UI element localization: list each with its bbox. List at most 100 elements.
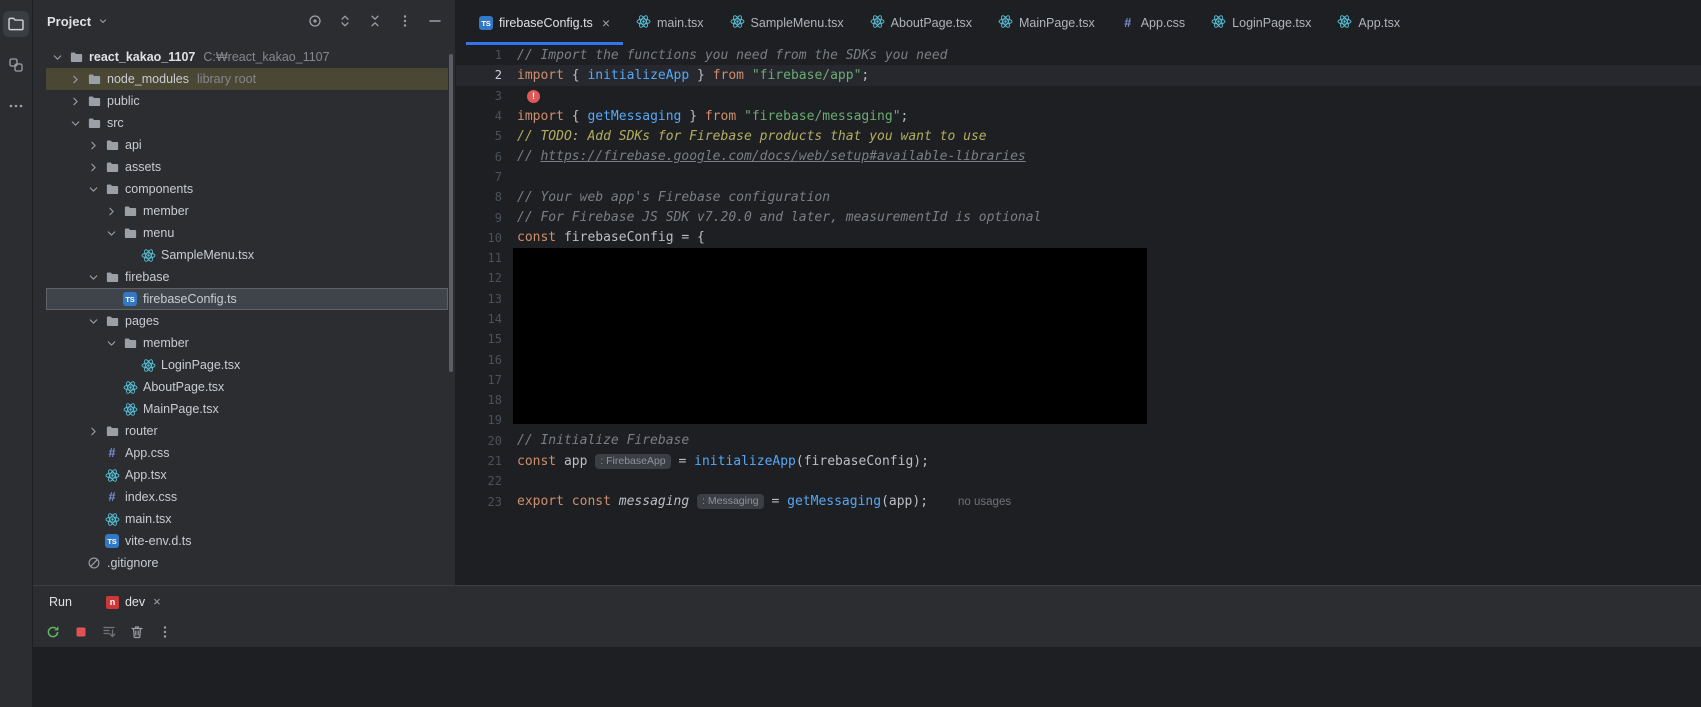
- line-number[interactable]: 18: [456, 393, 502, 407]
- tool-window-button-structure[interactable]: [3, 52, 29, 78]
- chevron-icon[interactable]: [85, 161, 102, 174]
- line-number[interactable]: 12: [456, 271, 502, 285]
- tree-item-router[interactable]: router: [46, 420, 448, 442]
- line-number[interactable]: 4: [456, 109, 502, 123]
- tree-item-vite-env-d-ts[interactable]: TS vite-env.d.ts: [46, 530, 448, 552]
- line-number[interactable]: 5: [456, 129, 502, 143]
- code-line[interactable]: 21 const app : FirebaseApp = initializeAp…: [456, 451, 1701, 471]
- tree-item-components[interactable]: components: [46, 178, 448, 200]
- editor-tab-loginpage-tsx[interactable]: LoginPage.tsx: [1198, 0, 1324, 45]
- tree-item-react-kakao-1107[interactable]: react_kakao_1107 C:₩react_kakao_1107: [46, 46, 448, 68]
- chevron-icon[interactable]: [67, 117, 84, 130]
- chevron-icon[interactable]: [85, 139, 102, 152]
- code-line[interactable]: 3!: [456, 86, 1701, 106]
- line-number[interactable]: 11: [456, 251, 502, 265]
- line-number[interactable]: 23: [456, 495, 502, 509]
- code-line[interactable]: 2 import { initializeApp } from "firebase…: [456, 65, 1701, 86]
- tree-item-gitignore[interactable]: .gitignore: [46, 552, 448, 574]
- chevron-icon[interactable]: [85, 425, 102, 438]
- line-number[interactable]: 7: [456, 170, 502, 184]
- tree-item-pages[interactable]: pages: [46, 310, 448, 332]
- tree-item-samplemenu-tsx[interactable]: SampleMenu.tsx: [46, 244, 448, 266]
- code-line[interactable]: 8 // Your web app's Firebase configuratio…: [456, 187, 1701, 207]
- locate-opened-file-icon[interactable]: [305, 11, 325, 31]
- chevron-icon[interactable]: [103, 337, 120, 350]
- line-number[interactable]: 16: [456, 353, 502, 367]
- project-scrollbar[interactable]: [449, 54, 453, 372]
- code-line[interactable]: 23 export const messaging : Messaging = g…: [456, 492, 1701, 512]
- tree-item-loginpage-tsx[interactable]: LoginPage.tsx: [46, 354, 448, 376]
- chevron-icon[interactable]: [85, 183, 102, 196]
- code-line[interactable]: 22: [456, 471, 1701, 491]
- code-line[interactable]: 6// https://firebase.google.com/docs/web…: [456, 146, 1701, 166]
- chevron-icon[interactable]: [103, 227, 120, 240]
- tree-item-member[interactable]: member: [46, 200, 448, 222]
- line-number[interactable]: 15: [456, 332, 502, 346]
- tool-window-button-more-tool-windows[interactable]: [3, 93, 29, 119]
- tree-item-app-css[interactable]: # App.css: [46, 442, 448, 464]
- expand-all-icon[interactable]: [335, 11, 355, 31]
- code-line[interactable]: 10 const firebaseConfig = {: [456, 228, 1701, 248]
- tree-item-src[interactable]: src: [46, 112, 448, 134]
- chevron-icon[interactable]: [85, 315, 102, 328]
- line-number[interactable]: 20: [456, 434, 502, 448]
- tree-item-main-tsx[interactable]: main.tsx: [46, 508, 448, 530]
- line-number[interactable]: 14: [456, 312, 502, 326]
- tree-item-aboutpage-tsx[interactable]: AboutPage.tsx: [46, 376, 448, 398]
- tree-item-member[interactable]: member: [46, 332, 448, 354]
- line-number[interactable]: 19: [456, 413, 502, 427]
- code-line[interactable]: 9 // For Firebase JS SDK v7.20.0 and late…: [456, 207, 1701, 227]
- chevron-icon[interactable]: [67, 73, 84, 86]
- line-number[interactable]: 10: [456, 231, 502, 245]
- tree-item-menu[interactable]: menu: [46, 222, 448, 244]
- line-number[interactable]: 6: [456, 150, 502, 164]
- tree-item-node-modules[interactable]: node_modules library root: [46, 68, 448, 90]
- chevron-icon[interactable]: [103, 205, 120, 218]
- chevron-icon[interactable]: [85, 271, 102, 284]
- scroll-to-end-button[interactable]: [97, 620, 121, 644]
- stop-button[interactable]: [69, 620, 93, 644]
- line-number[interactable]: 17: [456, 373, 502, 387]
- chevron-icon[interactable]: [49, 51, 66, 64]
- tree-item-mainpage-tsx[interactable]: MainPage.tsx: [46, 398, 448, 420]
- line-number[interactable]: 2: [456, 68, 502, 82]
- code-line[interactable]: 4 import { getMessaging } from "firebase/…: [456, 106, 1701, 126]
- clear-all-button[interactable]: [125, 620, 149, 644]
- error-icon[interactable]: !: [527, 89, 540, 103]
- close-tab-icon[interactable]: ×: [602, 16, 610, 30]
- line-number[interactable]: 1: [456, 48, 502, 62]
- run-console[interactable]: [33, 647, 1701, 707]
- close-icon[interactable]: ×: [153, 595, 161, 608]
- run-tab-dev[interactable]: n dev ×: [105, 594, 161, 609]
- rerun-button[interactable]: [41, 620, 65, 644]
- line-number[interactable]: 9: [456, 211, 502, 225]
- line-number[interactable]: 21: [456, 454, 502, 468]
- code-line[interactable]: 1 // Import the functions you need from t…: [456, 45, 1701, 65]
- line-number[interactable]: 8: [456, 190, 502, 204]
- tree-item-app-tsx[interactable]: App.tsx: [46, 464, 448, 486]
- code-line[interactable]: 20 // Initialize Firebase: [456, 431, 1701, 451]
- tree-item-api[interactable]: api: [46, 134, 448, 156]
- chevron-down-icon[interactable]: [97, 15, 109, 27]
- chevron-icon[interactable]: [67, 95, 84, 108]
- collapse-all-icon[interactable]: [365, 11, 385, 31]
- line-number[interactable]: 3: [456, 89, 502, 103]
- editor-tab-mainpage-tsx[interactable]: MainPage.tsx: [985, 0, 1108, 45]
- code-line[interactable]: 7: [456, 167, 1701, 187]
- line-number[interactable]: 13: [456, 292, 502, 306]
- options-icon[interactable]: [395, 11, 415, 31]
- tree-item-public[interactable]: public: [46, 90, 448, 112]
- code-line[interactable]: 5 // TODO: Add SDKs for Firebase products…: [456, 126, 1701, 146]
- usages-hint[interactable]: no usages: [958, 496, 1011, 508]
- editor-tab-firebaseconfig-ts[interactable]: TS firebaseConfig.ts ×: [466, 0, 623, 45]
- line-number[interactable]: 22: [456, 474, 502, 488]
- more-button[interactable]: [153, 620, 177, 644]
- tree-item-assets[interactable]: assets: [46, 156, 448, 178]
- tree-item-firebase[interactable]: firebase: [46, 266, 448, 288]
- hide-icon[interactable]: [425, 11, 445, 31]
- editor-tab-samplemenu-tsx[interactable]: SampleMenu.tsx: [717, 0, 857, 45]
- tree-item-index-css[interactable]: # index.css: [46, 486, 448, 508]
- editor-tab-app-tsx[interactable]: App.tsx: [1324, 0, 1413, 45]
- editor-tab-main-tsx[interactable]: main.tsx: [623, 0, 717, 45]
- tree-item-firebaseconfig-ts[interactable]: TS firebaseConfig.ts: [46, 288, 448, 310]
